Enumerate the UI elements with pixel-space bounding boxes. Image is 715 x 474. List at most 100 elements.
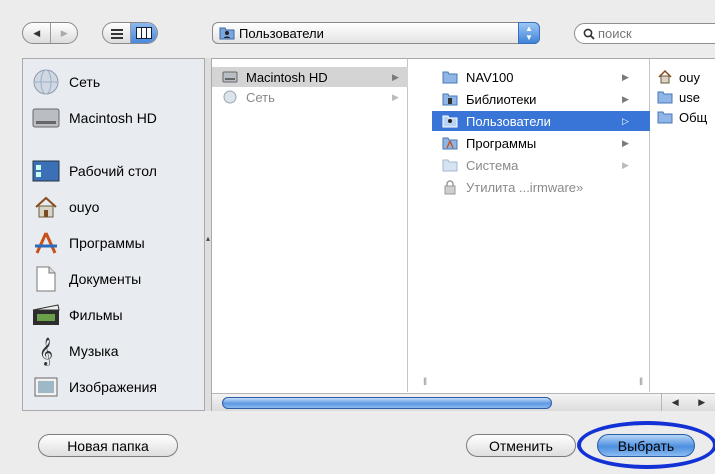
chevron-right-icon: ▷ bbox=[622, 115, 629, 126]
network-icon bbox=[31, 67, 61, 97]
sidebar-item-desktop[interactable]: Рабочий стол bbox=[23, 154, 204, 188]
list-item-label: NAV100 bbox=[466, 69, 514, 85]
list-item[interactable]: Сеть ▶ bbox=[212, 87, 408, 107]
scroll-left-icon[interactable]: ◀ bbox=[672, 397, 679, 408]
forward-button[interactable]: ▶ bbox=[50, 23, 77, 43]
chevron-right-icon: ▶ bbox=[392, 91, 399, 102]
list-item-label: Пользователи bbox=[466, 113, 551, 129]
folder-icon bbox=[657, 89, 673, 105]
popup-arrows-icon: ▲ ▼ bbox=[518, 22, 540, 44]
cancel-label: Отменить bbox=[489, 437, 553, 454]
sidebar-item-label: Macintosh HD bbox=[69, 110, 157, 126]
search-field[interactable]: поиск bbox=[574, 23, 715, 44]
sidebar-item-movies[interactable]: Фильмы bbox=[23, 298, 204, 332]
new-folder-button[interactable]: Новая папка bbox=[38, 434, 178, 457]
system-folder-icon bbox=[442, 157, 458, 173]
back-forward-control: ◀ ▶ bbox=[22, 22, 78, 44]
users-folder-icon bbox=[219, 27, 235, 40]
browser-column-1: Macintosh HD ▶ Сеть ▶ ‖ bbox=[212, 59, 427, 392]
movies-icon bbox=[31, 300, 61, 330]
chevron-right-icon: ▶ bbox=[622, 137, 629, 148]
list-item[interactable]: Общ bbox=[651, 107, 715, 127]
list-view-icon bbox=[110, 28, 123, 39]
column-view-icon bbox=[136, 27, 153, 39]
list-item[interactable]: Пользователи ▷ bbox=[432, 111, 650, 131]
cancel-button[interactable]: Отменить bbox=[466, 434, 576, 457]
sidebar-item-network[interactable]: Сеть bbox=[23, 65, 204, 99]
list-view-button[interactable] bbox=[103, 23, 130, 43]
column-browser: Macintosh HD ▶ Сеть ▶ ‖ NAV100 ▶ Библиот… bbox=[212, 58, 715, 411]
chevron-right-icon: ▶ bbox=[392, 71, 399, 82]
sidebar-item-pictures[interactable]: Изображения bbox=[23, 370, 204, 404]
hard-drive-icon bbox=[31, 103, 61, 133]
applications-icon bbox=[31, 228, 61, 258]
sidebar-item-macintosh-hd[interactable]: Macintosh HD bbox=[23, 101, 204, 135]
search-icon bbox=[583, 28, 595, 40]
music-icon: 𝄞 bbox=[38, 337, 54, 365]
sidebar-item-applications[interactable]: Программы bbox=[23, 226, 204, 260]
sidebar-item-label: Сеть bbox=[69, 74, 101, 90]
list-item[interactable]: Программы ▶ bbox=[432, 133, 650, 153]
list-item[interactable]: use bbox=[651, 87, 715, 107]
column-resize-handle[interactable]: ‖ bbox=[423, 377, 427, 388]
list-item-label: Система bbox=[466, 157, 519, 173]
network-icon bbox=[222, 89, 238, 105]
list-item-label: ouy bbox=[679, 69, 700, 85]
sidebar-item-home[interactable]: ouyo bbox=[23, 190, 204, 224]
location-label: Пользователи bbox=[239, 25, 324, 41]
users-folder-icon bbox=[442, 113, 458, 129]
view-mode-control bbox=[102, 22, 158, 44]
lock-icon bbox=[442, 179, 458, 195]
desktop-icon bbox=[31, 156, 61, 186]
sidebar-item-label: ouyo bbox=[69, 199, 100, 215]
documents-icon bbox=[31, 264, 61, 294]
scrollbar-thumb[interactable] bbox=[222, 397, 552, 409]
column-resize-handle[interactable]: ‖ bbox=[639, 377, 643, 388]
sidebar-item-label: Музыка bbox=[69, 343, 119, 359]
pictures-icon bbox=[31, 372, 61, 402]
list-item[interactable]: ouy bbox=[651, 67, 715, 87]
list-item-label: Macintosh HD bbox=[246, 69, 328, 85]
search-placeholder: поиск bbox=[598, 26, 632, 41]
forward-arrow-icon: ▶ bbox=[60, 27, 68, 38]
chevron-right-icon: ▶ bbox=[622, 159, 629, 170]
hard-drive-icon bbox=[222, 69, 238, 85]
folder-icon bbox=[442, 69, 458, 85]
list-item-label: Сеть bbox=[246, 89, 275, 105]
home-icon bbox=[31, 192, 61, 222]
list-item-label: Общ bbox=[679, 109, 708, 125]
sidebar-item-label: Фильмы bbox=[69, 307, 123, 323]
list-item[interactable]: Библиотеки ▶ bbox=[432, 89, 650, 109]
sidebar: Сеть Macintosh HD Рабочий стол ouyo Прог… bbox=[22, 58, 204, 411]
list-item-label: Библиотеки bbox=[466, 91, 537, 107]
scroll-arrows: ◀ ▶ bbox=[661, 394, 715, 411]
sidebar-item-label: Изображения bbox=[69, 379, 157, 395]
list-item-label: Программы bbox=[466, 135, 537, 151]
sidebar-item-music[interactable]: 𝄞 Музыка bbox=[23, 334, 204, 368]
new-folder-label: Новая папка bbox=[67, 437, 149, 454]
splitter-handle-icon: ▴ bbox=[206, 234, 211, 243]
highlight-ring bbox=[577, 421, 715, 469]
sidebar-splitter[interactable]: ▴ bbox=[204, 58, 212, 411]
applications-folder-icon bbox=[442, 135, 458, 151]
folder-icon bbox=[657, 109, 673, 125]
home-icon bbox=[657, 69, 673, 85]
list-item[interactable]: Macintosh HD ▶ bbox=[212, 67, 408, 87]
browser-column-2: NAV100 ▶ Библиотеки ▶ Пользователи ▷ Про… bbox=[432, 59, 650, 392]
sidebar-item-label: Рабочий стол bbox=[69, 163, 157, 179]
chevron-right-icon: ▶ bbox=[622, 93, 629, 104]
list-item[interactable]: Утилита ...irmware» bbox=[432, 177, 650, 197]
list-item-label: Утилита ...irmware» bbox=[466, 179, 584, 195]
back-button[interactable]: ◀ bbox=[23, 23, 50, 43]
scroll-right-icon[interactable]: ▶ bbox=[698, 397, 705, 408]
browser-column-3: ouy use Общ bbox=[651, 59, 715, 392]
sidebar-item-documents[interactable]: Документы bbox=[23, 262, 204, 296]
location-popup[interactable]: Пользователи ▲ ▼ bbox=[212, 22, 540, 44]
horizontal-scrollbar[interactable]: ◀ ▶ bbox=[212, 393, 715, 411]
list-item[interactable]: Система ▶ bbox=[432, 155, 650, 175]
column-view-button[interactable] bbox=[130, 23, 157, 43]
library-folder-icon bbox=[442, 91, 458, 107]
list-item-label: use bbox=[679, 89, 700, 105]
list-item[interactable]: NAV100 ▶ bbox=[432, 67, 650, 87]
sidebar-item-label: Документы bbox=[69, 271, 142, 287]
